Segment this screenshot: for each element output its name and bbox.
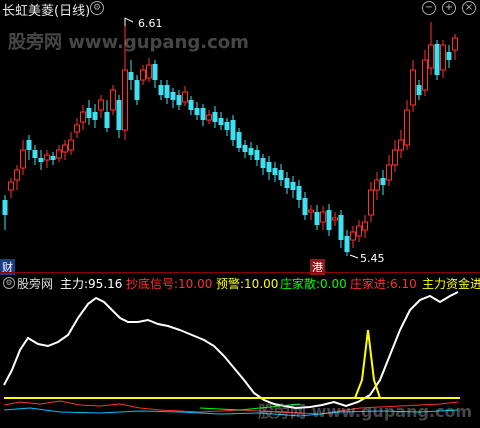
candle-body bbox=[26, 140, 32, 150]
candle-body bbox=[122, 69, 128, 131]
warning-spike bbox=[354, 329, 381, 399]
candle-body bbox=[68, 139, 74, 151]
candle-body bbox=[392, 149, 398, 166]
candle-body bbox=[176, 95, 182, 105]
panel-separator bbox=[0, 272, 480, 273]
candle-body bbox=[128, 72, 134, 80]
candle-body bbox=[188, 100, 194, 110]
candle-body bbox=[110, 89, 116, 111]
item-warning: 预警:10.00 bbox=[216, 277, 279, 291]
candle-body bbox=[242, 145, 248, 152]
candle-body bbox=[338, 215, 344, 240]
candle-body bbox=[56, 149, 62, 159]
candle-body bbox=[116, 100, 122, 130]
candle-body bbox=[164, 85, 170, 98]
candle-body bbox=[158, 85, 164, 95]
item-dealer-out: 庄家散:0.00 bbox=[280, 277, 347, 291]
candle-body bbox=[344, 236, 350, 252]
candle-body bbox=[302, 198, 308, 215]
candle-body bbox=[224, 122, 230, 130]
candle-body bbox=[32, 150, 38, 158]
high-marker-arrow bbox=[124, 17, 134, 23]
watermark-bottom: 股旁网 www.gupang.com bbox=[258, 402, 473, 421]
candle-body bbox=[434, 44, 440, 75]
candle-body bbox=[50, 156, 56, 160]
candle-body bbox=[368, 189, 374, 216]
candle-body bbox=[398, 139, 404, 151]
item-bottom-signal: 抄底信号:10.00 bbox=[126, 277, 213, 291]
candle-body bbox=[20, 149, 26, 169]
candle-body bbox=[80, 111, 86, 123]
candle-body bbox=[272, 168, 278, 175]
price-chart[interactable]: 6.61 5.45 bbox=[0, 0, 480, 428]
candle-body bbox=[440, 44, 446, 71]
candle-body bbox=[218, 118, 224, 125]
candle-body bbox=[254, 150, 260, 160]
candle-body bbox=[362, 221, 368, 231]
candle-body bbox=[260, 158, 266, 168]
candle-body bbox=[206, 114, 212, 121]
indicator-name: 股旁网 bbox=[17, 277, 54, 291]
candle-body bbox=[74, 124, 80, 133]
item-main-capital: 主力资金进 bbox=[422, 277, 480, 291]
candle-body bbox=[326, 210, 332, 230]
candle-body bbox=[230, 120, 236, 140]
candle-body bbox=[236, 132, 242, 148]
candle-body bbox=[332, 217, 338, 221]
candle-body bbox=[38, 158, 44, 162]
candle-body bbox=[380, 178, 386, 185]
candle-body bbox=[350, 231, 356, 241]
candle-body bbox=[98, 99, 104, 111]
item-dealer-in: 庄家进:6.10 bbox=[350, 277, 417, 291]
candle-body bbox=[134, 80, 140, 100]
candle-body bbox=[44, 154, 50, 161]
candle-body bbox=[278, 170, 284, 180]
candle-body bbox=[62, 144, 68, 153]
candle-body bbox=[314, 212, 320, 225]
candle-body bbox=[308, 209, 314, 213]
item-main-label: 主力:95.16 bbox=[60, 277, 123, 291]
candle-body bbox=[104, 112, 110, 128]
settings-icon[interactable]: ⚙ bbox=[3, 277, 15, 289]
candle-body bbox=[182, 91, 188, 103]
candle-body bbox=[248, 148, 254, 155]
candle-body bbox=[152, 64, 158, 80]
low-marker-arrow bbox=[349, 254, 359, 259]
indicator-header: ⚙ 股旁网 主力:95.16 抄底信号:10.00 预警:10.00 庄家散:0… bbox=[0, 274, 480, 291]
candle-body bbox=[140, 69, 146, 81]
candle-body bbox=[266, 162, 272, 172]
candle-body bbox=[428, 44, 434, 69]
candle-body bbox=[290, 182, 296, 190]
low-price-label: 5.45 bbox=[360, 252, 385, 265]
candle-body bbox=[200, 108, 206, 120]
main-force-line bbox=[3, 291, 459, 410]
candle-body bbox=[386, 164, 392, 181]
candle-body bbox=[422, 59, 428, 91]
candlesticks bbox=[2, 22, 458, 256]
candle-body bbox=[212, 112, 218, 122]
candle-body bbox=[92, 112, 98, 120]
watermark-top: 股旁网 www.gupang.com bbox=[8, 32, 249, 53]
candle-body bbox=[374, 179, 380, 191]
candle-body bbox=[404, 109, 410, 146]
candle-body bbox=[8, 181, 14, 191]
candle-body bbox=[2, 200, 8, 215]
candle-body bbox=[416, 85, 422, 95]
candle-body bbox=[86, 108, 92, 118]
candle-body bbox=[446, 52, 452, 60]
candle-body bbox=[170, 92, 176, 100]
candle-body bbox=[284, 178, 290, 188]
candle-body bbox=[296, 186, 302, 200]
candle-body bbox=[410, 69, 416, 106]
candle-body bbox=[452, 37, 458, 51]
candle-body bbox=[14, 169, 20, 181]
candle-body bbox=[356, 225, 362, 237]
candle-body bbox=[146, 64, 152, 79]
candle-body bbox=[194, 108, 200, 115]
candle-body bbox=[320, 211, 326, 223]
